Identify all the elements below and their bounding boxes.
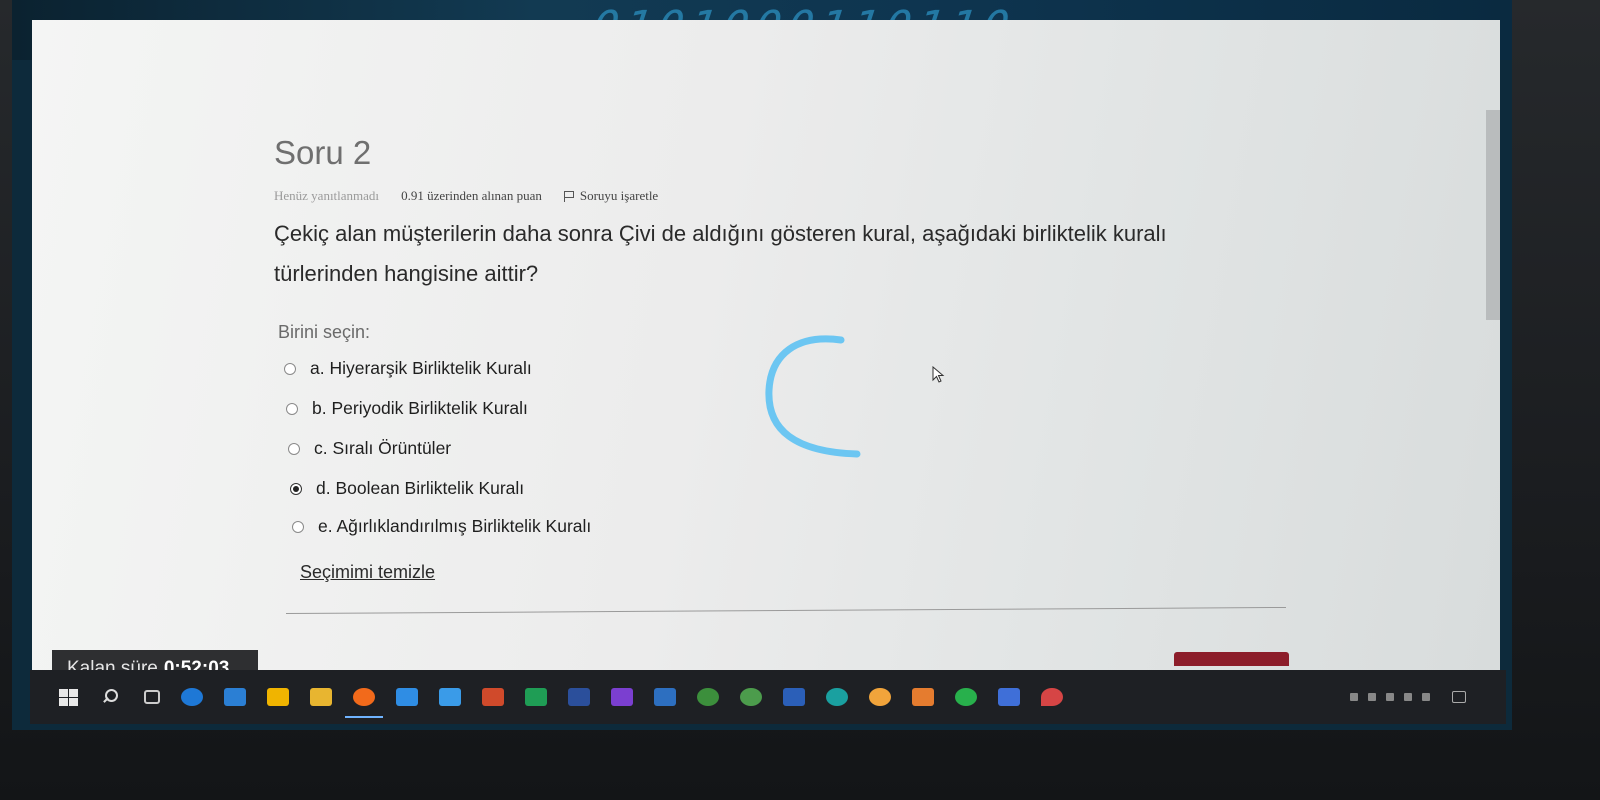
word-icon[interactable]	[783, 688, 805, 706]
pen-scribble	[765, 335, 861, 458]
app-icon-2[interactable]	[697, 688, 719, 706]
question-state: Henüz yanıtlanmadı	[274, 188, 380, 203]
flag-question-link[interactable]: Soruyu işaretle	[563, 188, 659, 204]
screen: 0101000110110 Soru 2 Henüz yanıtlanmadı …	[12, 0, 1512, 730]
flag-question-label: Soruyu işaretle	[579, 188, 659, 203]
question-divider	[286, 606, 1286, 615]
answer-option-label: b. Periyodik Birliktelik Kuralı	[312, 398, 528, 418]
search-icon[interactable]	[101, 688, 123, 706]
visual-studio-icon[interactable]	[611, 688, 633, 706]
store-icon[interactable]	[267, 688, 289, 706]
answer-option-b[interactable]: b. Periyodik Birliktelik Kuralı	[286, 398, 528, 419]
answer-option-label: a. Hiyerarşik Birliktelik Kuralı	[310, 358, 532, 378]
app-icon-4[interactable]	[826, 688, 848, 706]
question-text-line-1: Çekiç alan müşterilerin daha sonra Çivi …	[274, 221, 1167, 246]
answer-option-label: c. Sıralı Örüntüler	[314, 438, 452, 458]
app-icon-3[interactable]	[740, 688, 762, 706]
page-scrollbar[interactable]	[1486, 110, 1500, 320]
question-text: Çekiç alan müşterilerin daha sonra Çivi …	[274, 214, 1314, 294]
visio-icon[interactable]	[568, 688, 590, 706]
answer-prompt: Birini seçin:	[278, 322, 371, 342]
next-page-button[interactable]	[1174, 652, 1289, 666]
mail-icon[interactable]	[224, 688, 246, 706]
answer-option-d[interactable]: d. Boolean Birliktelik Kuralı	[290, 478, 524, 499]
people-icon[interactable]	[1349, 693, 1358, 701]
edge-icon[interactable]	[181, 688, 203, 706]
notification-icon[interactable]	[1452, 691, 1466, 703]
powerpoint-icon[interactable]	[482, 688, 504, 706]
question-text-line-2: türlerinden hangisine aittir?	[274, 261, 539, 286]
windows-start-icon[interactable]	[58, 688, 80, 706]
mail-app-icon[interactable]	[439, 688, 461, 706]
answer-option-c[interactable]: c. Sıralı Örüntüler	[288, 438, 451, 459]
yammer-icon[interactable]	[654, 688, 676, 706]
answer-option-e[interactable]: e. Ağırlıklandırılmış Birliktelik Kuralı	[292, 516, 591, 537]
file-explorer-icon[interactable]	[310, 688, 332, 706]
flag-icon	[563, 190, 575, 202]
answer-option-label: d. Boolean Birliktelik Kuralı	[316, 478, 525, 498]
firefox-icon[interactable]	[345, 688, 383, 718]
app-icon-7[interactable]	[1041, 688, 1063, 706]
answer-option-label: e. Ağırlıklandırılmış Birliktelik Kuralı	[318, 516, 592, 536]
excel-icon[interactable]	[525, 688, 547, 706]
radio-a[interactable]	[284, 362, 296, 375]
app-icon-5[interactable]	[912, 688, 934, 706]
app-icon[interactable]	[396, 688, 418, 706]
answer-option-a[interactable]: a. Hiyerarşik Birliktelik Kuralı	[284, 358, 532, 379]
clear-choice-link[interactable]: Seçimimi temizle	[300, 562, 435, 583]
chevron-up-icon[interactable]	[1367, 693, 1376, 701]
radio-c[interactable]	[288, 442, 300, 455]
question-marks: 0.91 üzerinden alınan puan	[401, 188, 542, 203]
app-icon-6[interactable]	[998, 688, 1020, 706]
whatsapp-icon[interactable]	[955, 688, 977, 706]
system-tray	[1349, 670, 1466, 724]
task-view-icon[interactable]	[144, 690, 160, 704]
question-title: Soru 2	[274, 134, 372, 171]
battery-icon[interactable]	[1385, 693, 1394, 701]
radio-d[interactable]	[290, 482, 302, 495]
question-info: Henüz yanıtlanmadı 0.91 üzerinden alınan…	[274, 188, 658, 204]
taskbar-clock[interactable]	[1440, 692, 1442, 703]
network-icon[interactable]	[1403, 693, 1412, 701]
music-icon[interactable]	[869, 688, 891, 706]
radio-e[interactable]	[292, 520, 304, 533]
mouse-cursor-icon	[932, 366, 945, 383]
volume-icon[interactable]	[1421, 693, 1430, 701]
windows-taskbar	[30, 670, 1506, 724]
radio-b[interactable]	[286, 402, 298, 415]
